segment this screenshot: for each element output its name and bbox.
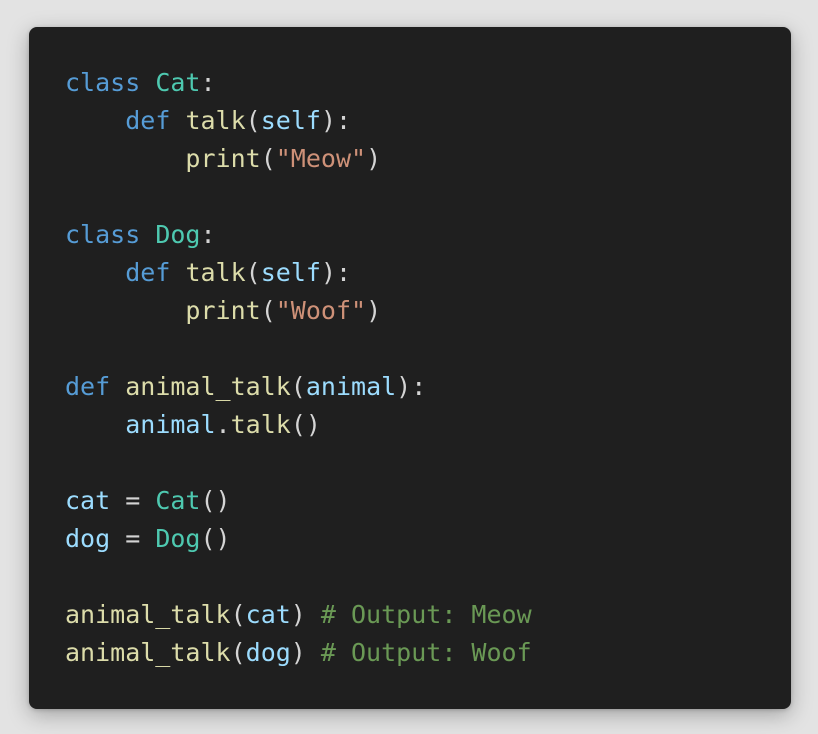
code-line: def talk(self): xyxy=(65,102,532,140)
punctuation-token: ): xyxy=(320,106,352,135)
code-line: class Dog: xyxy=(65,216,532,254)
variable-token: dog xyxy=(65,524,111,553)
code-line: class Cat: xyxy=(65,64,532,102)
keyword-token: class xyxy=(65,220,141,249)
class-name-token: Cat xyxy=(155,486,201,515)
code-line: dog = Dog() xyxy=(65,520,532,558)
punctuation-token xyxy=(65,144,185,173)
variable-token: cat xyxy=(245,600,291,629)
variable-token: animal xyxy=(125,410,216,439)
punctuation-token xyxy=(140,220,155,249)
punctuation-token: ) xyxy=(290,600,321,629)
punctuation-token xyxy=(65,296,185,325)
punctuation-token: ( xyxy=(245,258,261,287)
punctuation-token xyxy=(170,106,185,135)
code-line: animal_talk(dog) # Output: Woof xyxy=(65,634,532,672)
punctuation-token xyxy=(65,410,125,439)
punctuation-token: ( xyxy=(230,600,246,629)
code-line: cat = Cat() xyxy=(65,482,532,520)
code-line: def talk(self): xyxy=(65,254,532,292)
punctuation-token: ) xyxy=(366,144,382,173)
punctuation-token: ): xyxy=(320,258,352,287)
punctuation-token xyxy=(170,258,185,287)
function-name-token: print xyxy=(185,144,261,173)
class-name-token: Cat xyxy=(155,68,201,97)
punctuation-token: ) xyxy=(366,296,382,325)
punctuation-token xyxy=(140,68,155,97)
punctuation-token: ( xyxy=(245,106,261,135)
punctuation-token: ( xyxy=(260,296,276,325)
keyword-token: def xyxy=(125,106,171,135)
punctuation-token: () xyxy=(290,410,321,439)
code-line: animal.talk() xyxy=(65,406,532,444)
variable-token: self xyxy=(260,258,321,287)
punctuation-token: = xyxy=(110,524,156,553)
punctuation-token: () xyxy=(200,524,231,553)
punctuation-token: ( xyxy=(290,372,306,401)
class-name-token: Dog xyxy=(155,220,201,249)
punctuation-token: () xyxy=(200,486,231,515)
keyword-token: class xyxy=(65,68,141,97)
punctuation-token xyxy=(110,372,125,401)
function-name-token: print xyxy=(185,296,261,325)
comment-token: # Output: Meow xyxy=(320,600,532,629)
code-line: print("Meow") xyxy=(65,140,532,178)
function-name-token: animal_talk xyxy=(65,638,231,667)
string-token: "Woof" xyxy=(275,296,367,325)
class-name-token: Dog xyxy=(155,524,201,553)
string-token: "Meow" xyxy=(275,144,367,173)
punctuation-token: ): xyxy=(396,372,427,401)
variable-token: animal xyxy=(305,372,397,401)
function-name-token: talk xyxy=(230,410,291,439)
punctuation-token: : xyxy=(200,68,216,97)
keyword-token: def xyxy=(65,372,111,401)
function-name-token: animal_talk xyxy=(65,600,231,629)
variable-token: self xyxy=(260,106,321,135)
punctuation-token: ( xyxy=(230,638,246,667)
code-snippet-card: class Cat: def talk(self): print("Meow")… xyxy=(29,27,791,709)
punctuation-token: . xyxy=(215,410,231,439)
variable-token: cat xyxy=(65,486,111,515)
punctuation-token xyxy=(65,258,125,287)
code-line: animal_talk(cat) # Output: Meow xyxy=(65,596,532,634)
punctuation-token xyxy=(65,106,125,135)
punctuation-token: ) xyxy=(290,638,321,667)
keyword-token: def xyxy=(125,258,171,287)
punctuation-token: : xyxy=(200,220,216,249)
punctuation-token: ( xyxy=(260,144,276,173)
comment-token: # Output: Woof xyxy=(320,638,532,667)
punctuation-token: = xyxy=(110,486,156,515)
function-name-token: animal_talk xyxy=(125,372,291,401)
function-name-token: talk xyxy=(185,106,246,135)
variable-token: dog xyxy=(245,638,291,667)
code-line: print("Woof") xyxy=(65,292,532,330)
code-line: def animal_talk(animal): xyxy=(65,368,532,406)
code-block[interactable]: class Cat: def talk(self): print("Meow")… xyxy=(65,64,532,672)
function-name-token: talk xyxy=(185,258,246,287)
